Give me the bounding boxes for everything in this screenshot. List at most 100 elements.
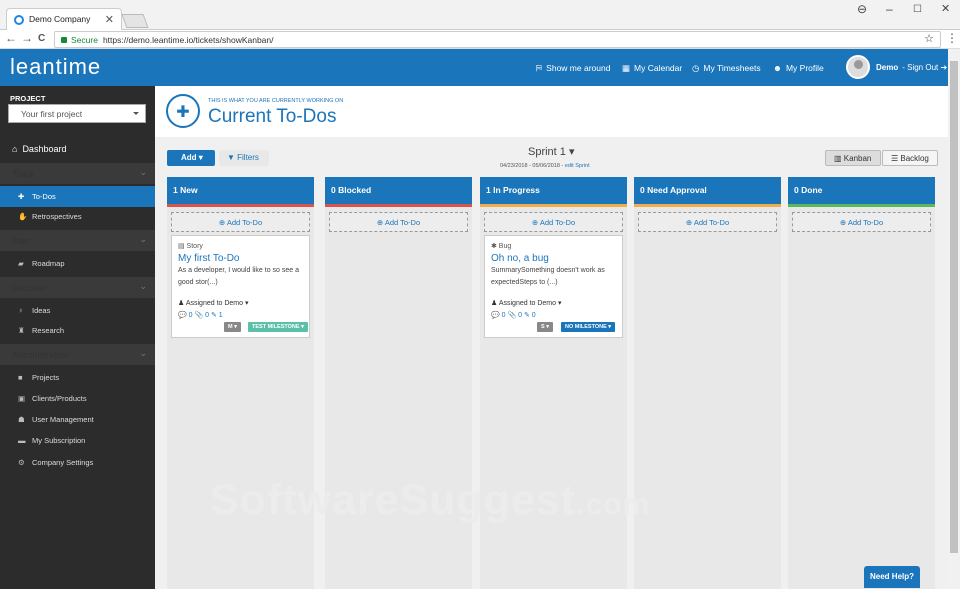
sidebar-group-track[interactable]: Track ⌄ <box>0 163 155 184</box>
browser-menu-icon[interactable]: ⋮ <box>946 31 958 45</box>
milestone-dropdown[interactable]: TEST MILESTONE ▾ <box>248 322 308 332</box>
kanban-view-button[interactable]: ▥ Kanban <box>825 150 881 166</box>
nav-my-profile[interactable]: ☻ My Profile <box>773 63 824 73</box>
sidebar-item-company-settings[interactable]: ⚙ Company Settings <box>0 452 155 473</box>
nav-label: My Profile <box>785 63 824 73</box>
bookmark-star-icon[interactable]: ☆ <box>924 32 934 45</box>
lock-icon <box>61 37 67 43</box>
project-select[interactable]: Your first project <box>8 104 146 123</box>
card-title-link[interactable]: Oh no, a bug <box>491 253 616 264</box>
column-count: 1 <box>486 185 491 195</box>
card-counters[interactable]: 💬 0 📎 0 ✎ 1 <box>178 311 223 319</box>
sidebar-item-projects[interactable]: ■ Projects <box>0 367 155 388</box>
effort-dropdown[interactable]: M ▾ <box>224 322 241 332</box>
sidebar-item-label: User Management <box>32 415 94 424</box>
add-button[interactable]: Add ▾ <box>167 150 215 166</box>
nav-label: Show me around <box>546 63 611 73</box>
sidebar-item-dashboard[interactable]: ⌂ Dashboard <box>0 139 155 159</box>
nav-my-calendar[interactable]: ▦ My Calendar <box>622 63 682 74</box>
window-close-button[interactable]: ✕ <box>941 2 950 15</box>
sidebar-group-discover[interactable]: Discover ⌄ <box>0 277 155 298</box>
user-menu[interactable]: Demo - Sign Out ➔ <box>876 63 947 72</box>
tab-title: Demo Company <box>29 14 91 24</box>
ticket-type: ✱ Bug <box>491 243 512 250</box>
scrollbar-thumb[interactable] <box>950 61 958 553</box>
nav-my-timesheets[interactable]: ◷ My Timesheets <box>692 63 761 74</box>
profile-icon[interactable]: ⊖ <box>857 2 867 16</box>
flask-icon: ♜ <box>18 326 25 335</box>
chevron-down-icon: ⌄ <box>139 234 147 244</box>
sidebar-item-clients-products[interactable]: ▣ Clients/Products <box>0 388 155 409</box>
forward-button[interactable]: → <box>21 31 33 45</box>
minimize-button[interactable]: – <box>886 2 893 16</box>
sidebar-item-label: To-Dos <box>32 192 56 201</box>
sidebar-item-roadmap[interactable]: ▰ Roadmap <box>0 253 155 274</box>
add-todo-button[interactable]: ⊕ Add To-Do <box>638 212 777 232</box>
app-logo[interactable]: leantime <box>10 54 101 80</box>
nav-show-me-around[interactable]: ⛿ Show me around <box>536 63 610 74</box>
sidebar-item-research[interactable]: ♜ Research <box>0 320 155 341</box>
need-help-button[interactable]: Need Help? <box>864 566 920 588</box>
add-todo-button[interactable]: ⊕ Add To-Do <box>171 212 310 232</box>
filters-button[interactable]: ▼ Filters <box>219 150 269 166</box>
sidebar-item-ideas[interactable]: ♀ Ideas <box>0 300 155 321</box>
sidebar-item-label: Clients/Products <box>32 394 87 403</box>
sidebar-item-label: Company Settings <box>32 458 94 467</box>
milestone-dropdown[interactable]: NO MILESTONE ▾ <box>561 322 616 332</box>
users-icon: ☗ <box>18 415 25 424</box>
user-icon: ☻ <box>773 63 782 73</box>
assignee-dropdown[interactable]: ♟ Assigned to Demo ▾ <box>491 299 562 307</box>
scrollbar[interactable] <box>948 49 960 589</box>
card-counters[interactable]: 💬 0 📎 0 ✎ 0 <box>491 311 536 319</box>
kanban-column: 0 Need Approval ⊕ Add To-Do <box>634 177 781 589</box>
sidebar-item-user-management[interactable]: ☗ User Management <box>0 409 155 430</box>
tab-close-icon[interactable]: ✕ <box>105 13 114 26</box>
card-description: As a developer, I would like to so see a… <box>178 267 300 286</box>
assignee-dropdown[interactable]: ♟ Assigned to Demo ▾ <box>178 299 249 307</box>
secure-label: Secure <box>71 35 98 45</box>
todo-card[interactable]: ▤ Story My first To-Do As a developer, I w… <box>171 235 310 338</box>
sign-out-link[interactable]: - Sign Out ➔ <box>902 63 947 72</box>
avatar[interactable] <box>846 55 870 79</box>
edit-sprint-link[interactable]: edit Sprint <box>565 163 590 169</box>
back-button[interactable]: ← <box>5 31 17 45</box>
new-tab-button[interactable] <box>121 14 149 28</box>
clock-icon: ◷ <box>692 63 700 73</box>
effort-dropdown[interactable]: S ▾ <box>537 322 553 332</box>
browser-tab[interactable]: Demo Company ✕ <box>6 8 122 31</box>
card-title-link[interactable]: My first To-Do <box>178 253 303 264</box>
add-todo-button[interactable]: ⊕ Add To-Do <box>484 212 623 232</box>
sidebar-item-my-subscription[interactable]: ▬ My Subscription <box>0 430 155 451</box>
sidebar-group-label: Administration <box>12 350 70 360</box>
cogs-icon: ⚙ <box>18 458 25 467</box>
sidebar-item-to-dos[interactable]: ✚ To-Dos <box>0 186 155 207</box>
add-todo-button[interactable]: ⊕ Add To-Do <box>792 212 931 232</box>
address-book-icon: ▣ <box>18 394 26 403</box>
page-title: Current To-Dos <box>208 106 337 127</box>
sidebar-item-label: Retrospectives <box>32 212 82 221</box>
add-todo-button[interactable]: ⊕ Add To-Do <box>329 212 468 232</box>
column-name: Need Approval <box>647 185 707 195</box>
chevron-down-icon: ⌄ <box>139 348 147 358</box>
sidebar-group-administration[interactable]: Administration ⌄ <box>0 344 155 365</box>
todo-card[interactable]: ✱ Bug Oh no, a bug SummarySomething doesn'… <box>484 235 623 338</box>
column-count: 1 <box>173 185 178 195</box>
sidebar-item-label: Ideas <box>32 306 51 315</box>
watermark: SoftwareSuggest.com <box>210 476 650 525</box>
top-navbar: leantime ⛿ Show me around ▦ My Calendar ◷ M… <box>0 49 948 86</box>
sidebar-item-retrospectives[interactable]: ✋ Retrospectives <box>0 206 155 227</box>
sidebar-group-plan[interactable]: Plan ⌄ <box>0 230 155 251</box>
pin-icon: ✚ <box>18 192 25 201</box>
address-bar[interactable]: Secure https://demo.leantime.io/tickets/s… <box>54 31 941 48</box>
column-name: New <box>180 185 198 195</box>
column-name: Blocked <box>338 185 372 195</box>
card-description: SummarySomething doesn't work as expecte… <box>491 267 605 286</box>
column-count: 0 <box>640 185 645 195</box>
maximize-button[interactable]: ☐ <box>913 4 922 15</box>
briefcase-icon: ■ <box>18 373 23 382</box>
sidebar-item-label: Roadmap <box>32 259 65 268</box>
reload-button[interactable]: C <box>38 33 45 44</box>
home-icon: ⌂ <box>12 144 18 154</box>
sprint-select[interactable]: Sprint 1 ▾ <box>528 145 575 158</box>
backlog-view-button[interactable]: ☰ Backlog <box>882 150 938 166</box>
